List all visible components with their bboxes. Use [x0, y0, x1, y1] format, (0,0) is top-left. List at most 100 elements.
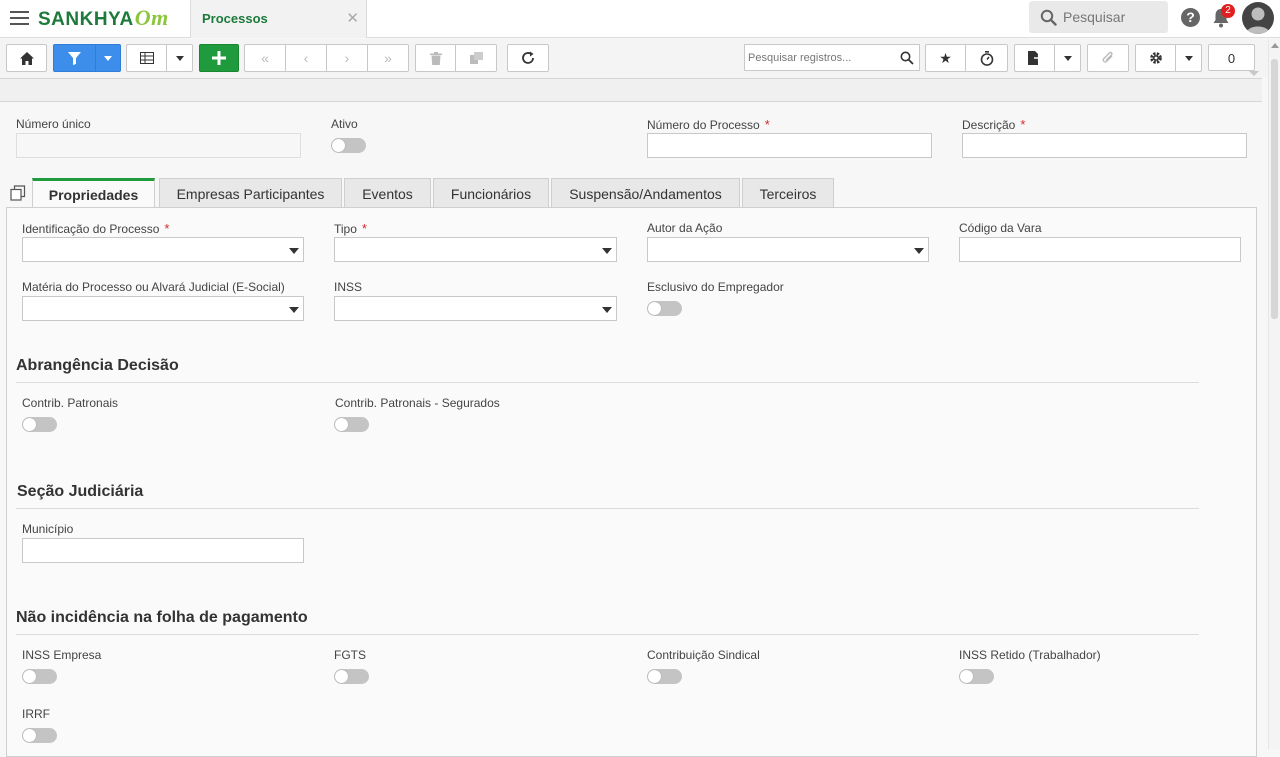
logo: SANKHYAOm: [38, 5, 169, 31]
numero-processo-input[interactable]: [648, 134, 931, 157]
close-icon[interactable]: ✕: [346, 9, 359, 27]
last-record-button[interactable]: »: [368, 44, 409, 72]
section-divider: [16, 634, 1199, 635]
secao-judiciaria-title: Seção Judiciária: [17, 483, 144, 500]
star-icon: ★: [939, 49, 952, 66]
ativo-label: Ativo: [331, 117, 358, 131]
exclusivo-label: Esclusivo do Empregador: [647, 280, 784, 294]
logo-suffix: Om: [134, 5, 169, 30]
municipio-field[interactable]: [22, 538, 304, 563]
identificacao-label: Identificação do Processo *: [22, 221, 170, 236]
inss-select[interactable]: [334, 296, 617, 321]
numero-processo-field[interactable]: [647, 133, 932, 158]
record-search-input[interactable]: [748, 49, 896, 66]
required-mark: *: [361, 221, 367, 236]
autor-select[interactable]: [647, 237, 929, 262]
tab-processos[interactable]: Processos ✕: [190, 0, 367, 38]
settings-dropdown-button[interactable]: [1176, 44, 1202, 72]
prev-record-button[interactable]: ‹: [286, 44, 327, 72]
settings-button[interactable]: [1135, 44, 1176, 72]
gear-icon: [1149, 52, 1162, 64]
filter-button[interactable]: [53, 44, 95, 72]
bell-icon[interactable]: 2: [1211, 4, 1235, 29]
next-icon: ›: [344, 50, 350, 66]
scroll-thumb[interactable]: [1271, 59, 1278, 319]
first-record-button[interactable]: «: [244, 44, 286, 72]
grid-view-button[interactable]: [126, 44, 167, 72]
identificacao-select[interactable]: [22, 237, 304, 262]
toolbar: « ‹ › » ★ 0: [0, 39, 1280, 78]
nao-incidencia-title: Não incidência na folha de pagamento: [16, 609, 308, 626]
section-divider: [16, 382, 1199, 383]
attach-button[interactable]: [1087, 44, 1129, 72]
fgts-toggle[interactable]: [334, 669, 369, 684]
global-search-input[interactable]: [1063, 7, 1163, 27]
section-divider: [16, 508, 1199, 509]
copy-icon[interactable]: [10, 185, 26, 201]
tab-suspensao-andamentos[interactable]: Suspensão/Andamentos: [551, 178, 740, 207]
descricao-field[interactable]: [962, 133, 1247, 158]
chevron-down-icon: [289, 248, 299, 254]
timer-icon: [980, 50, 993, 66]
required-mark: *: [764, 117, 770, 132]
refresh-button[interactable]: [507, 44, 549, 72]
filter-icon: [68, 51, 81, 65]
filter-dropdown-button[interactable]: [95, 44, 121, 72]
tab-title: Processos: [202, 11, 268, 26]
global-search[interactable]: [1029, 1, 1168, 33]
add-button[interactable]: [199, 44, 239, 72]
tipo-select[interactable]: [334, 237, 617, 262]
export-button[interactable]: [1014, 44, 1055, 72]
view-dropdown-button[interactable]: [167, 44, 193, 72]
search-icon: [1040, 9, 1057, 26]
descricao-input[interactable]: [963, 134, 1246, 157]
exclusivo-toggle[interactable]: [647, 301, 682, 316]
scroll-up-icon[interactable]: [1271, 43, 1279, 48]
help-icon[interactable]: ?: [1181, 8, 1200, 27]
codigo-vara-field[interactable]: [959, 237, 1241, 262]
chevron-down-icon: [175, 55, 184, 61]
irrf-toggle[interactable]: [22, 728, 57, 743]
chevron-down-icon: [1184, 55, 1193, 61]
contribuicao-sindical-toggle[interactable]: [647, 669, 682, 684]
materia-select[interactable]: [22, 296, 304, 321]
abrangencia-title: Abrangência Decisão: [16, 357, 179, 374]
contrib-segurados-toggle[interactable]: [334, 417, 369, 432]
municipio-input[interactable]: [23, 539, 303, 562]
chevron-down-icon: [914, 248, 924, 254]
record-search[interactable]: [744, 44, 920, 71]
menu-icon[interactable]: [10, 11, 29, 25]
search-icon[interactable]: [900, 51, 914, 65]
timer-button[interactable]: [966, 44, 1008, 72]
descricao-label: Descrição *: [962, 117, 1026, 132]
last-icon: »: [384, 50, 392, 66]
autor-label: Autor da Ação: [647, 221, 723, 235]
tab-eventos[interactable]: Eventos: [344, 178, 431, 207]
delete-button[interactable]: [415, 44, 456, 72]
export-dropdown-button[interactable]: [1055, 44, 1081, 72]
inss-retido-toggle[interactable]: [959, 669, 994, 684]
inss-retido-label: INSS Retido (Trabalhador): [959, 648, 1101, 662]
tab-funcionarios[interactable]: Funcionários: [433, 178, 549, 207]
inss-label: INSS: [334, 280, 363, 294]
user-icon[interactable]: [1242, 2, 1274, 34]
chevron-down-icon: [602, 248, 612, 254]
chevron-down-icon: [1063, 55, 1072, 61]
ativo-toggle[interactable]: [331, 138, 366, 153]
tab-propriedades[interactable]: Propriedades: [32, 178, 155, 208]
contrib-patronais-toggle[interactable]: [22, 417, 57, 432]
home-button[interactable]: [6, 44, 47, 72]
codigo-vara-input[interactable]: [960, 238, 1240, 261]
tab-empresas-participantes[interactable]: Empresas Participantes: [159, 178, 342, 207]
favorite-button[interactable]: ★: [925, 44, 966, 72]
required-mark: *: [164, 221, 170, 236]
inss-empresa-toggle[interactable]: [22, 669, 57, 684]
municipio-label: Município: [22, 522, 74, 536]
next-record-button[interactable]: ›: [327, 44, 368, 72]
duplicate-button[interactable]: [456, 44, 497, 72]
tab-terceiros[interactable]: Terceiros: [742, 178, 834, 207]
home-icon: [19, 51, 34, 65]
contribuicao-sindical-label: Contribuição Sindical: [647, 648, 760, 662]
numero-unico-field: [16, 133, 301, 158]
vertical-scrollbar[interactable]: [1268, 39, 1280, 749]
